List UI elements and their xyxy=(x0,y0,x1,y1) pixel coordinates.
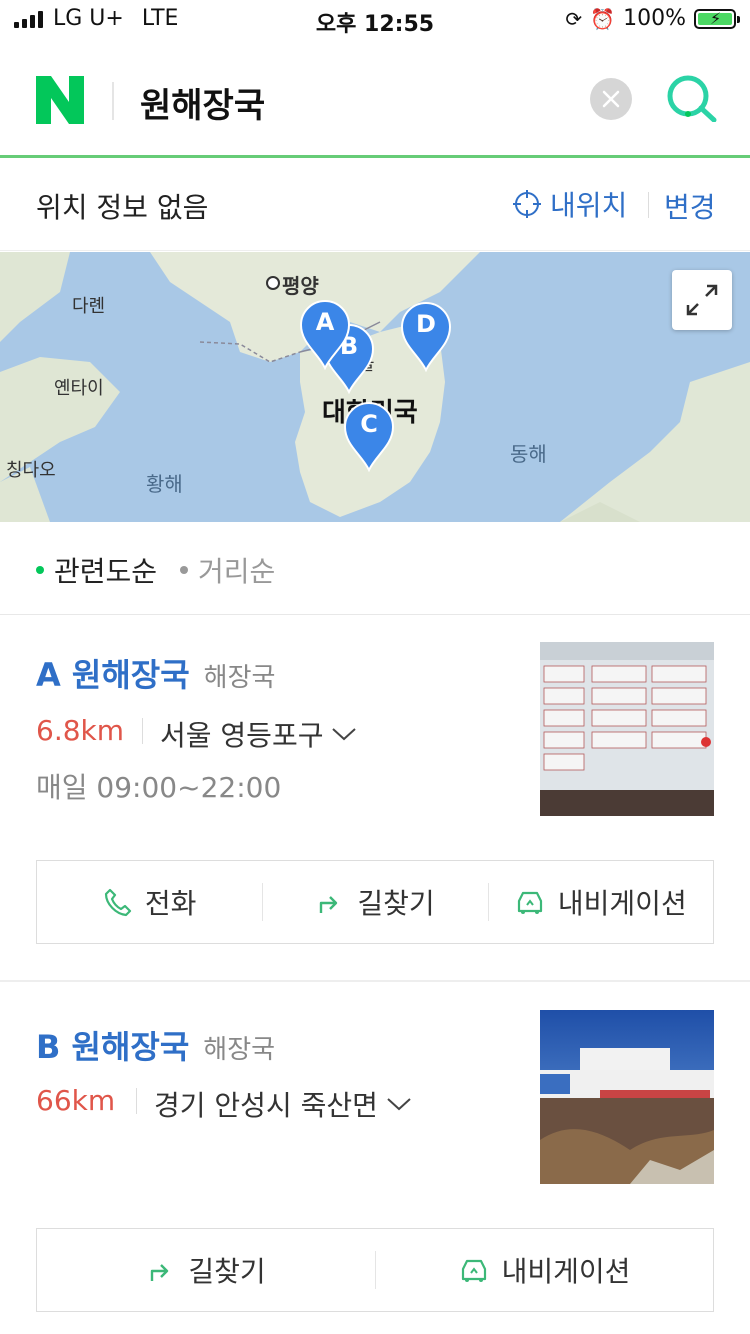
battery-percent: 100% xyxy=(623,6,686,31)
directions-icon xyxy=(151,1264,169,1281)
location-status: 위치 정보 없음 xyxy=(36,191,209,224)
result-actions: 길찾기 내비게이션 xyxy=(36,1228,714,1312)
result-category: 해장국 xyxy=(203,1035,276,1065)
sort-distance[interactable]: 거리순 xyxy=(180,550,275,590)
result-category: 해장국 xyxy=(203,663,276,693)
directions-icon xyxy=(320,896,338,913)
map-label-yellow-sea: 황해 xyxy=(146,472,183,496)
result-hours: 매일 09:00~22:00 xyxy=(36,771,282,804)
map-label-east-sea: 동해 xyxy=(510,442,547,466)
result-item-b[interactable]: B 원해장국 해장국 66km 경기 안성시 죽산면 길찾기 내비게이션 xyxy=(0,982,750,1334)
car-icon xyxy=(517,891,543,914)
chevron-down-icon xyxy=(387,1098,411,1111)
phone-icon xyxy=(104,888,131,917)
search-button[interactable] xyxy=(664,74,720,122)
map-label-qingdao: 칭다오 xyxy=(6,460,56,481)
result-actions: 전화 길찾기 내비게이션 xyxy=(36,860,714,944)
result-photo[interactable] xyxy=(540,1010,714,1184)
call-button[interactable]: 전화 xyxy=(37,861,262,943)
directions-button[interactable]: 길찾기 xyxy=(262,861,487,943)
location-row: 위치 정보 없음 내위치 변경 xyxy=(0,158,750,251)
sort-relevance[interactable]: 관련도순 xyxy=(36,550,157,590)
my-location-button[interactable]: 내위치 xyxy=(512,184,627,224)
result-title[interactable]: A 원해장국 해장국 xyxy=(36,650,275,696)
directions-button[interactable]: 길찾기 xyxy=(37,1229,375,1311)
crosshair-icon xyxy=(513,190,541,218)
map[interactable]: 평양 다롄 옌타이 칭다오 울 대한민국 황해 동해 B A D C xyxy=(0,252,750,522)
change-location-button[interactable]: 변경 xyxy=(664,186,716,226)
result-item-a[interactable]: A 원해장국해장국 6.8km 서울 영등포구 매일 09:00~22:00 xyxy=(0,614,750,980)
map-label-pyongyang: 평양 xyxy=(282,274,319,298)
result-photo[interactable] xyxy=(540,642,714,816)
capital-marker-icon xyxy=(266,276,280,290)
alarm-icon: ⏰ xyxy=(590,6,616,31)
result-address[interactable]: 서울 영등포구 xyxy=(160,714,357,754)
battery-icon: ⚡ xyxy=(694,8,740,29)
my-location-label: 내위치 xyxy=(550,189,628,222)
close-icon xyxy=(602,90,620,108)
result-distance: 66km xyxy=(36,1084,116,1117)
expand-icon xyxy=(686,284,718,316)
map-label-yantai: 옌타이 xyxy=(54,378,104,399)
search-header: 원해장국 xyxy=(0,40,750,158)
result-address[interactable]: 경기 안성시 죽산면 xyxy=(154,1084,412,1124)
sort-options: 관련도순 거리순 xyxy=(0,522,750,615)
map-pin-a[interactable]: A xyxy=(298,298,352,371)
navigation-button[interactable]: 내비게이션 xyxy=(375,1229,713,1311)
map-pin-c[interactable]: C xyxy=(342,400,396,473)
map-expand-button[interactable] xyxy=(672,270,732,330)
result-distance: 6.8km xyxy=(36,714,125,747)
naver-logo[interactable] xyxy=(36,76,84,124)
navigation-button[interactable]: 내비게이션 xyxy=(487,861,713,943)
search-query[interactable]: 원해장국 xyxy=(140,78,265,127)
rotation-lock-icon: ⟳ xyxy=(565,6,583,31)
map-label-dalian: 다롄 xyxy=(72,296,106,317)
car-icon xyxy=(461,1259,486,1282)
result-title[interactable]: B 원해장국 해장국 xyxy=(36,1022,275,1068)
status-bar: LG U+ LTE 오후 12:55 ⟳ ⏰ 100% ⚡ xyxy=(0,0,750,40)
map-pin-d[interactable]: D xyxy=(399,300,453,373)
clear-search-button[interactable] xyxy=(590,78,632,120)
chevron-down-icon xyxy=(332,728,357,741)
